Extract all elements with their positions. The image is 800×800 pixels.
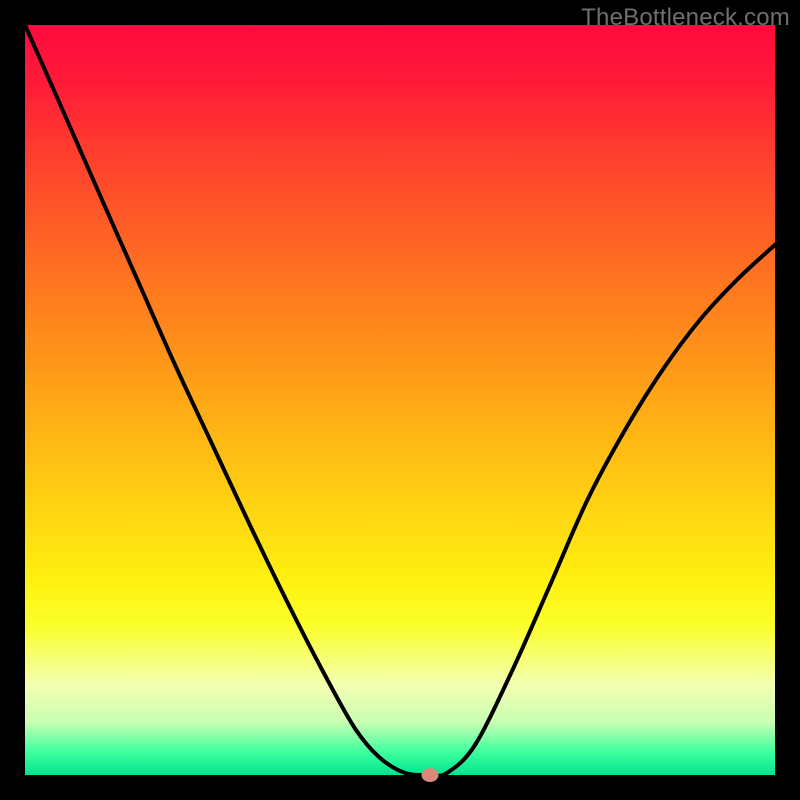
watermark-text: TheBottleneck.com xyxy=(581,4,790,32)
bottleneck-curve xyxy=(25,25,775,775)
optimum-marker xyxy=(422,768,439,782)
curve-layer xyxy=(25,25,775,775)
chart-frame: TheBottleneck.com xyxy=(0,0,800,800)
